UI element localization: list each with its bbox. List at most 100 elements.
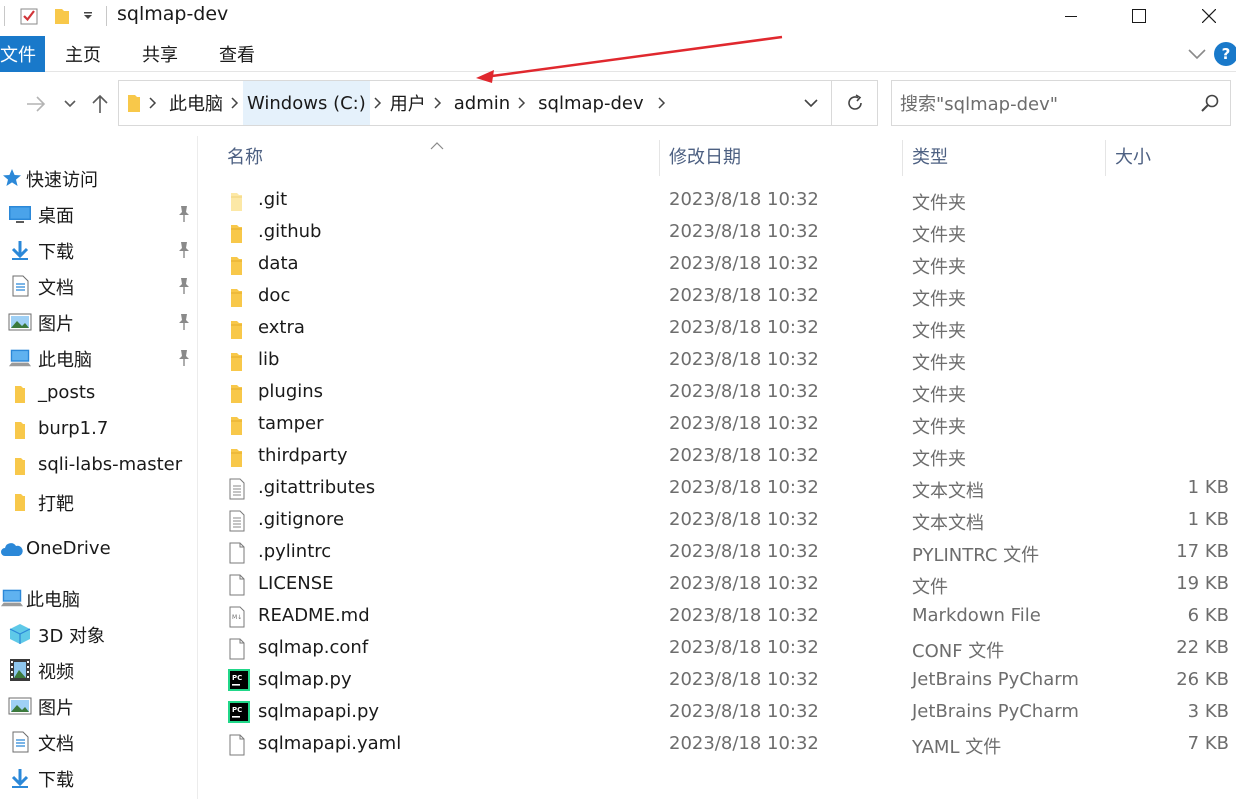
chevron-right-icon[interactable] — [514, 81, 530, 125]
sidebar-item-videos[interactable]: 视频 — [0, 654, 198, 686]
sidebar-item-pc-pictures[interactable]: 图片 — [0, 690, 198, 722]
properties-quick-access-icon[interactable] — [16, 4, 42, 28]
sidebar-item-quick-access[interactable]: 快速访问 — [0, 162, 198, 194]
column-header-type[interactable]: 类型 — [912, 136, 1102, 176]
help-icon[interactable]: ? — [1214, 42, 1236, 66]
folder-icon — [228, 285, 250, 309]
breadcrumb-users[interactable]: 用户 — [386, 81, 430, 125]
sidebar-item-posts[interactable]: _posts — [0, 378, 198, 410]
file-row[interactable]: .gitignore 2023/8/18 10:32 文本文档 1 KB — [218, 505, 1236, 537]
tab-file[interactable]: 文件 — [0, 36, 45, 72]
sidebar-item-3d-objects[interactable]: 3D 对象 — [0, 618, 198, 650]
up-arrow-icon[interactable] — [86, 90, 114, 118]
file-row[interactable]: PC sqlmapapi.py 2023/8/18 10:32 JetBrains P… — [218, 697, 1236, 729]
file-type: JetBrains PyCharm — [912, 669, 1079, 690]
pin-icon[interactable] — [176, 348, 192, 368]
file-row[interactable]: thirdparty 2023/8/18 10:32 文件夹 — [218, 441, 1236, 473]
file-name: doc — [258, 285, 291, 306]
file-type: 文件夹 — [912, 449, 966, 470]
column-header-size[interactable]: 大小 — [1115, 136, 1230, 176]
file-row[interactable]: .github 2023/8/18 10:32 文件夹 — [218, 217, 1236, 249]
ribbon-tabs: 文件 主页 共享 查看 ? — [0, 36, 1236, 72]
sidebar-item-pc-documents[interactable]: 文档 — [0, 726, 198, 758]
file-name: tamper — [258, 413, 324, 434]
file-modified-date: 2023/8/18 10:32 — [669, 317, 819, 338]
file-row[interactable]: tamper 2023/8/18 10:32 文件夹 — [218, 409, 1236, 441]
sidebar-item-documents[interactable]: 文档 — [0, 270, 198, 302]
sidebar-item-daba[interactable]: 打靶 — [0, 486, 198, 518]
breadcrumb-this-pc[interactable]: 此电脑 — [161, 81, 227, 125]
sidebar-item-label: 文档 — [38, 278, 74, 299]
file-row[interactable]: doc 2023/8/18 10:32 文件夹 — [218, 281, 1236, 313]
file-row[interactable]: sqlmap.conf 2023/8/18 10:32 CONF 文件 22 KB — [218, 633, 1236, 665]
pin-icon[interactable] — [176, 276, 192, 296]
column-divider[interactable] — [659, 140, 660, 176]
file-row[interactable]: lib 2023/8/18 10:32 文件夹 — [218, 345, 1236, 377]
sidebar-item-pictures[interactable]: 图片 — [0, 306, 198, 338]
file-row[interactable]: sqlmapapi.yaml 2023/8/18 10:32 YAML 文件 7 KB — [218, 729, 1236, 761]
sidebar-item-onedrive[interactable]: OneDrive — [0, 534, 198, 566]
new-folder-quick-access-icon[interactable] — [50, 4, 74, 28]
file-type: 文件夹 — [912, 321, 966, 342]
sidebar-item-downloads[interactable]: 下载 — [0, 234, 198, 266]
sidebar-item-burp[interactable]: burp1.7 — [0, 414, 198, 446]
sidebar-item-sqli-labs[interactable]: sqli-labs-master — [0, 450, 198, 482]
search-input[interactable] — [900, 91, 1180, 117]
file-row[interactable]: data 2023/8/18 10:32 文件夹 — [218, 249, 1236, 281]
file-row[interactable]: .pylintrc 2023/8/18 10:32 PYLINTRC 文件 17 KB — [218, 537, 1236, 569]
forward-arrow-icon[interactable] — [22, 90, 50, 118]
file-name: .github — [258, 221, 322, 242]
download-icon — [8, 766, 32, 790]
file-type: 文件 — [912, 577, 948, 598]
pin-icon[interactable] — [176, 240, 192, 260]
sidebar-item-pc-downloads[interactable]: 下载 — [0, 762, 198, 794]
tab-home[interactable]: 主页 — [65, 36, 101, 72]
tab-view[interactable]: 查看 — [219, 36, 255, 72]
file-row[interactable]: PC sqlmap.py 2023/8/18 10:32 JetBrains PyCh… — [218, 665, 1236, 697]
breadcrumb-admin[interactable]: admin — [446, 81, 514, 125]
file-row[interactable]: plugins 2023/8/18 10:32 文件夹 — [218, 377, 1236, 409]
sidebar-item-this-pc-pinned[interactable]: 此电脑 — [0, 342, 198, 374]
search-box[interactable] — [891, 80, 1231, 126]
text-file-icon — [228, 509, 250, 533]
breadcrumb-windows-c[interactable]: Windows (C:) — [243, 81, 370, 125]
file-modified-date: 2023/8/18 10:32 — [669, 669, 819, 690]
chevron-right-icon[interactable] — [654, 81, 670, 125]
file-size: 19 KB — [1176, 573, 1229, 594]
recent-locations-chevron-icon[interactable] — [60, 90, 80, 118]
file-row[interactable]: extra 2023/8/18 10:32 文件夹 — [218, 313, 1236, 345]
pin-icon[interactable] — [176, 204, 192, 224]
chevron-right-icon[interactable] — [145, 81, 161, 125]
customize-quick-access-chevron-icon[interactable] — [78, 4, 98, 28]
chevron-right-icon[interactable] — [430, 81, 446, 125]
minimize-button[interactable] — [1048, 0, 1094, 32]
maximize-button[interactable] — [1116, 0, 1162, 32]
computer-icon — [8, 346, 32, 370]
chevron-right-icon[interactable] — [227, 81, 243, 125]
column-header-name[interactable]: 名称 — [227, 136, 657, 176]
column-divider[interactable] — [902, 140, 903, 176]
file-row[interactable]: .gitattributes 2023/8/18 10:32 文本文档 1 KB — [218, 473, 1236, 505]
column-header-date[interactable]: 修改日期 — [669, 136, 899, 176]
pin-icon[interactable] — [176, 312, 192, 332]
markdown-file-icon: M↓ — [228, 605, 250, 629]
chevron-right-icon[interactable] — [370, 81, 386, 125]
search-icon[interactable] — [1200, 93, 1220, 118]
column-divider[interactable] — [1105, 140, 1106, 176]
file-row[interactable]: .git 2023/8/18 10:32 文件夹 — [218, 185, 1236, 217]
file-type: JetBrains PyCharm — [912, 701, 1079, 722]
address-bar[interactable]: 此电脑 Windows (C:) 用户 admin sqlmap-dev — [118, 80, 878, 126]
blank-file-icon — [228, 637, 250, 661]
file-size: 1 KB — [1187, 477, 1229, 498]
expand-ribbon-chevron-icon[interactable] — [1185, 42, 1209, 66]
file-type: 文件夹 — [912, 193, 966, 214]
sidebar-item-this-pc[interactable]: 此电脑 — [0, 582, 198, 614]
tab-share[interactable]: 共享 — [142, 36, 178, 72]
close-button[interactable] — [1186, 0, 1232, 32]
file-row[interactable]: M↓ README.md 2023/8/18 10:32 Markdown File 6… — [218, 601, 1236, 633]
sidebar-item-desktop[interactable]: 桌面 — [0, 198, 198, 230]
refresh-icon[interactable] — [831, 81, 877, 125]
address-history-chevron-icon[interactable] — [791, 81, 831, 125]
file-row[interactable]: LICENSE 2023/8/18 10:32 文件 19 KB — [218, 569, 1236, 601]
breadcrumb-sqlmap-dev[interactable]: sqlmap-dev — [530, 81, 647, 125]
